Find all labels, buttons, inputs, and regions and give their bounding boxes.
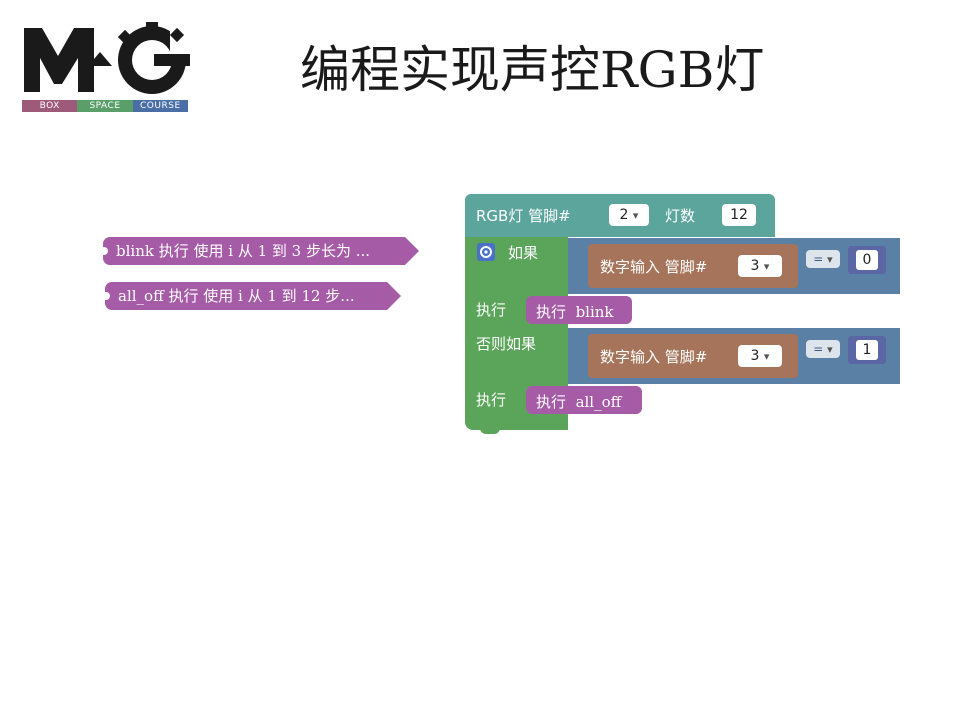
page-title: 编程实现声控RGB灯 <box>300 41 765 99</box>
logo-space-label: SPACE <box>77 100 133 112</box>
logo-course-label: COURSE <box>132 100 188 112</box>
rgb-label: RGB灯 管脚# <box>476 207 571 225</box>
compare-value-1: 0 <box>862 252 872 268</box>
call-all-off-block[interactable]: 执行 all_off <box>526 386 642 414</box>
logo-box-label: BOX <box>22 100 78 112</box>
call-all-off-name: all_off <box>575 393 622 411</box>
number-block-1[interactable]: 0 <box>848 246 886 274</box>
digital-input-block-1[interactable]: 数字输入 管脚# 3 <box>588 244 798 288</box>
led-count-label: 灯数 <box>665 207 696 225</box>
operator-dropdown-1[interactable]: = <box>806 250 840 268</box>
call-blink-label: 执行 blink <box>536 301 614 322</box>
led-count-value: 12 <box>730 207 748 223</box>
call-all-off-do: 执行 <box>536 393 567 411</box>
rgb-pin-dropdown[interactable]: 2 <box>609 204 649 226</box>
blink-procedure-label: blink 执行 使用 i 从 1 到 3 步长为 ... <box>116 242 371 260</box>
digital-input-label-1: 数字输入 管脚# <box>600 258 708 276</box>
digital-input-pin-dropdown-1[interactable]: 3 <box>738 255 782 277</box>
number-block-2[interactable]: 1 <box>848 336 886 364</box>
blink-procedure-block[interactable]: blink 执行 使用 i 从 1 到 3 步长为 ... <box>103 237 419 265</box>
operator-value-1: = <box>813 252 824 266</box>
digital-input-pin-dropdown-2[interactable]: 3 <box>738 345 782 367</box>
mg-logo: BOX SPACE COURSE <box>22 22 190 114</box>
do-label-1: 执行 <box>476 301 507 319</box>
mg-logo-mark <box>24 22 190 94</box>
elseif-label: 否则如果 <box>476 335 537 353</box>
call-blink-name: blink <box>575 303 614 321</box>
call-blink-do: 执行 <box>536 303 567 321</box>
compare-value-2: 1 <box>862 342 872 358</box>
number-field-1[interactable]: 0 <box>856 250 878 270</box>
number-field-2[interactable]: 1 <box>856 340 878 360</box>
all-off-procedure-block[interactable]: all_off 执行 使用 i 从 1 到 12 步... <box>105 282 401 310</box>
if-label: 如果 <box>508 244 539 262</box>
digital-input-label-2: 数字输入 管脚# <box>600 348 708 366</box>
call-all-off-label: 执行 all_off <box>536 391 621 412</box>
rgb-light-block[interactable]: RGB灯 管脚# 2 灯数 12 <box>465 194 775 237</box>
all-off-procedure-label: all_off 执行 使用 i 从 1 到 12 步... <box>118 287 355 305</box>
led-count-field[interactable]: 12 <box>722 204 756 226</box>
if-block-notch <box>480 428 500 434</box>
operator-value-2: = <box>813 342 824 356</box>
digital-input-pin-value-2: 3 <box>750 348 760 364</box>
rgb-pin-value: 2 <box>619 207 629 223</box>
digital-input-block-2[interactable]: 数字输入 管脚# 3 <box>588 334 798 378</box>
call-blink-block[interactable]: 执行 blink <box>526 296 632 324</box>
gear-icon[interactable] <box>477 243 495 261</box>
digital-input-pin-value-1: 3 <box>750 258 760 274</box>
operator-dropdown-2[interactable]: = <box>806 340 840 358</box>
logo-bar: BOX SPACE COURSE <box>22 100 188 112</box>
do-label-2: 执行 <box>476 391 507 409</box>
